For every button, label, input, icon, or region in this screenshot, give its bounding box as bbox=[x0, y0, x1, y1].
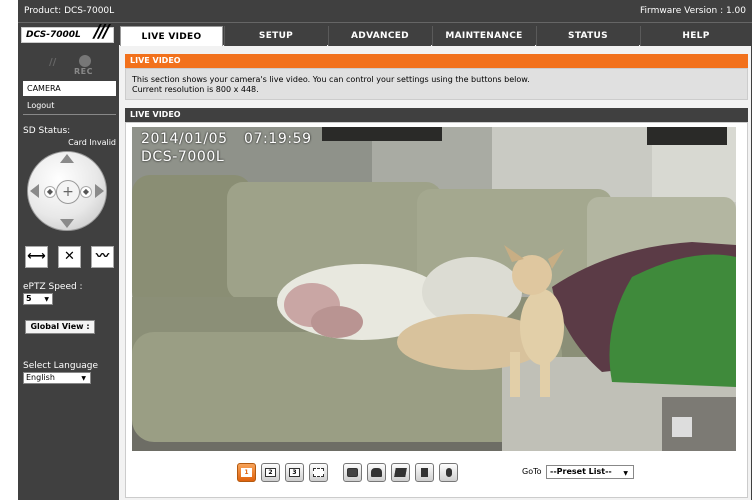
zoom-out-icon[interactable]: ◆ bbox=[44, 186, 56, 198]
path-patrol-icon[interactable]: 〰 bbox=[91, 246, 114, 268]
logo-slashes-icon: /// bbox=[94, 21, 110, 42]
record-button[interactable] bbox=[367, 463, 386, 482]
pan-down-arrow-icon[interactable] bbox=[60, 219, 74, 228]
sidebar-item-camera[interactable]: CAMERA bbox=[23, 81, 116, 96]
pan-up-arrow-icon[interactable] bbox=[60, 154, 74, 163]
top-bar: Product: DCS-7000L Firmware Version : 1.… bbox=[18, 0, 752, 22]
profile-2-icon: 2 bbox=[265, 468, 276, 477]
osd-time: 07:19:59 bbox=[244, 131, 312, 147]
section-description: This section shows your camera's live vi… bbox=[125, 68, 748, 100]
model-logo: DCS-7000L /// bbox=[21, 21, 114, 43]
preset-list-select[interactable]: --Preset List-- ▼ bbox=[546, 465, 634, 479]
ptz-home-icon[interactable]: + bbox=[56, 180, 80, 204]
chevron-down-icon: ▼ bbox=[44, 296, 49, 303]
sd-status-value: Card Invalid bbox=[68, 138, 116, 147]
profile-1-button[interactable]: 1 bbox=[237, 463, 256, 482]
record-motion-icon: // bbox=[49, 57, 57, 68]
eptz-speed-select[interactable]: 5 ▼ bbox=[23, 293, 53, 305]
speaker-button[interactable] bbox=[415, 463, 434, 482]
video-camera-icon bbox=[371, 468, 382, 477]
tab-setup[interactable]: SETUP bbox=[224, 26, 327, 46]
stop-icon[interactable]: ✕ bbox=[58, 246, 81, 268]
pan-left-arrow-icon[interactable] bbox=[30, 184, 39, 198]
logout-link[interactable]: Logout bbox=[27, 101, 54, 110]
tab-bar: DCS-7000L /// LIVE VIDEO SETUP ADVANCED … bbox=[18, 21, 752, 46]
tab-maintenance[interactable]: MAINTENANCE bbox=[432, 26, 535, 46]
folder-button[interactable] bbox=[391, 463, 410, 482]
profile-1-icon: 1 bbox=[241, 468, 252, 477]
tab-live-video[interactable]: LIVE VIDEO bbox=[120, 26, 223, 46]
record-dot-icon bbox=[79, 55, 91, 67]
description-line-1: This section shows your camera's live vi… bbox=[132, 75, 530, 84]
profile-3-button[interactable]: 3 bbox=[285, 463, 304, 482]
speaker-icon bbox=[421, 468, 428, 477]
ptz-mode-buttons: ⟷ ✕ 〰 bbox=[25, 246, 115, 268]
folder-icon bbox=[394, 468, 407, 477]
fullscreen-icon bbox=[313, 468, 324, 477]
product-name: Product: DCS-7000L bbox=[24, 6, 115, 16]
global-view-button[interactable]: Global View : bbox=[25, 320, 95, 334]
tab-help[interactable]: HELP bbox=[640, 26, 751, 46]
language-value: English bbox=[26, 373, 55, 382]
live-video-feed[interactable]: 2014/01/05 07:19:59 DCS-7000L bbox=[132, 127, 736, 451]
zoom-in-icon[interactable]: ◆ bbox=[80, 186, 92, 198]
video-control-bar: 1 2 3 GoTo --Preset List-- ▼ bbox=[237, 463, 637, 485]
live-video-image bbox=[132, 127, 736, 451]
firmware-version: Firmware Version : 1.00 bbox=[640, 6, 746, 16]
preset-list-value: --Preset List-- bbox=[550, 467, 612, 476]
sd-status-label: SD Status: bbox=[23, 126, 71, 136]
eptz-speed-value: 5 bbox=[26, 294, 32, 303]
sidebar: // REC CAMERA Logout SD Status: Card Inv… bbox=[19, 45, 119, 500]
camera-icon bbox=[347, 468, 358, 477]
horizontal-patrol-icon[interactable]: ⟷ bbox=[25, 246, 48, 268]
tab-advanced[interactable]: ADVANCED bbox=[328, 26, 431, 46]
chevron-down-icon: ▼ bbox=[81, 375, 86, 382]
record-indicator[interactable]: // REC bbox=[19, 51, 119, 79]
profile-2-button[interactable]: 2 bbox=[261, 463, 280, 482]
chevron-down-icon: ▼ bbox=[623, 470, 628, 477]
page: Product: DCS-7000L Firmware Version : 1.… bbox=[0, 0, 756, 500]
video-panel-title: LIVE VIDEO bbox=[125, 108, 748, 122]
pan-right-arrow-icon[interactable] bbox=[95, 184, 104, 198]
language-select[interactable]: English ▼ bbox=[23, 372, 91, 384]
snapshot-button[interactable] bbox=[343, 463, 362, 482]
description-line-2: Current resolution is 800 x 448. bbox=[132, 85, 259, 94]
microphone-button[interactable] bbox=[439, 463, 458, 482]
osd-date: 2014/01/05 bbox=[141, 131, 228, 147]
tab-status[interactable]: STATUS bbox=[536, 26, 639, 46]
language-label: Select Language bbox=[23, 361, 99, 371]
profile-3-icon: 3 bbox=[289, 468, 300, 477]
eptz-speed-label: ePTZ Speed : bbox=[23, 282, 83, 292]
fullscreen-button[interactable] bbox=[309, 463, 328, 482]
goto-label: GoTo bbox=[522, 467, 542, 476]
section-title: LIVE VIDEO bbox=[125, 54, 748, 68]
sidebar-divider bbox=[23, 114, 116, 115]
model-logo-text: DCS-7000L bbox=[26, 30, 81, 40]
osd-camera-name: DCS-7000L bbox=[141, 149, 225, 165]
ptz-control-pad[interactable]: ◆ ◆ + bbox=[27, 151, 107, 231]
microphone-icon bbox=[446, 468, 452, 477]
rec-label: REC bbox=[74, 67, 93, 76]
